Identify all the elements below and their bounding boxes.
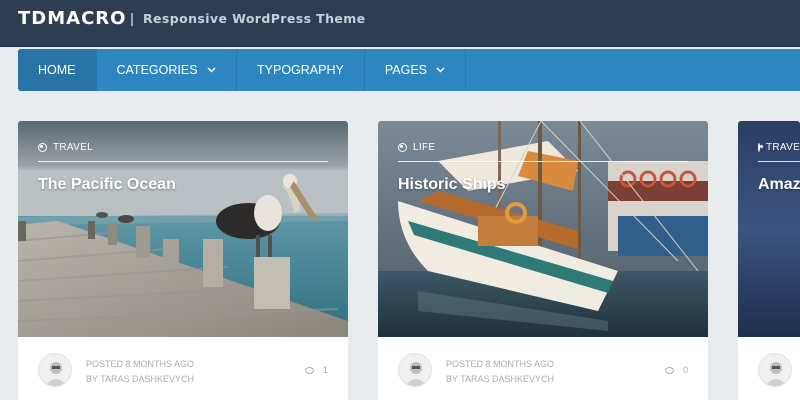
- target-icon: [38, 143, 47, 152]
- post-card[interactable]: TRAVEL Amaz: [738, 121, 800, 400]
- nav-item-label: TYPOGRAPHY: [257, 63, 344, 77]
- avatar[interactable]: [38, 353, 72, 387]
- comment-count-value: 1: [322, 365, 328, 375]
- post-category[interactable]: LIFE: [398, 142, 435, 153]
- nav-item-label: PAGES: [384, 63, 427, 77]
- avatar[interactable]: [398, 353, 432, 387]
- comment-icon: [664, 366, 674, 374]
- nav-item-label: HOME: [38, 63, 76, 77]
- post-thumbnail[interactable]: LIFE Historic Ships: [378, 121, 708, 337]
- post-author[interactable]: BY TARAS DASHKEVYCH: [446, 372, 554, 387]
- site-header: TDMACRO | Responsive WordPress Theme: [0, 0, 800, 47]
- site-tagline: Responsive WordPress Theme: [143, 11, 366, 26]
- comment-count[interactable]: 0: [664, 365, 688, 375]
- site-title[interactable]: TDMACRO: [18, 8, 126, 29]
- divider: [398, 161, 688, 162]
- post-date: POSTED 8 MONTHS AGO: [86, 359, 195, 369]
- post-category-label: TRAVEL: [766, 142, 800, 153]
- post-category-label: LIFE: [413, 142, 436, 153]
- chevron-down-icon: [207, 49, 216, 91]
- divider: [38, 161, 328, 162]
- post-card[interactable]: LIFE Historic Ships POSTED 8 MONTHS AGO …: [378, 121, 708, 400]
- post-date: POSTED 8 MONTHS AGO: [446, 359, 555, 369]
- post-title[interactable]: Amaz: [758, 176, 800, 194]
- post-meta: POSTED 8 MONTHS AGO BY TARAS DASHKEVYCH …: [378, 337, 708, 400]
- divider: [758, 161, 800, 162]
- target-icon: [398, 143, 407, 152]
- post-thumbnail[interactable]: TRAVEL Amaz: [738, 121, 800, 337]
- main-nav: HOME CATEGORIES TYPOGRAPHY PAGES: [18, 49, 800, 91]
- post-author[interactable]: BY TARAS DASHKEVYCH: [86, 372, 194, 387]
- post-category[interactable]: TRAVEL: [38, 142, 93, 153]
- post-card[interactable]: TRAVEL The Pacific Ocean POSTED 8 MONTHS…: [18, 121, 348, 400]
- comment-count-value: 0: [682, 365, 688, 375]
- post-title[interactable]: Historic Ships: [398, 176, 506, 194]
- nav-item-typography[interactable]: TYPOGRAPHY: [237, 49, 365, 91]
- comment-count[interactable]: 1: [304, 365, 328, 375]
- avatar[interactable]: [758, 353, 792, 387]
- post-byline: POSTED 8 MONTHS AGO BY TARAS DASHKEVYCH: [86, 357, 194, 387]
- nav-item-home[interactable]: HOME: [18, 49, 97, 91]
- post-category[interactable]: TRAVEL: [758, 142, 800, 153]
- nav-item-label: CATEGORIES: [116, 63, 198, 77]
- post-thumbnail[interactable]: TRAVEL The Pacific Ocean: [18, 121, 348, 337]
- post-meta: [738, 337, 800, 400]
- post-category-label: TRAVEL: [53, 142, 93, 153]
- target-icon: [758, 143, 764, 152]
- post-title[interactable]: The Pacific Ocean: [38, 176, 176, 194]
- nav-item-categories[interactable]: CATEGORIES: [97, 49, 238, 91]
- comment-icon: [304, 366, 314, 374]
- nav-item-pages[interactable]: PAGES: [365, 49, 467, 91]
- post-meta: POSTED 8 MONTHS AGO BY TARAS DASHKEVYCH …: [18, 337, 348, 400]
- post-byline: POSTED 8 MONTHS AGO BY TARAS DASHKEVYCH: [446, 357, 554, 387]
- chevron-down-icon: [436, 49, 446, 91]
- title-separator: |: [130, 10, 134, 26]
